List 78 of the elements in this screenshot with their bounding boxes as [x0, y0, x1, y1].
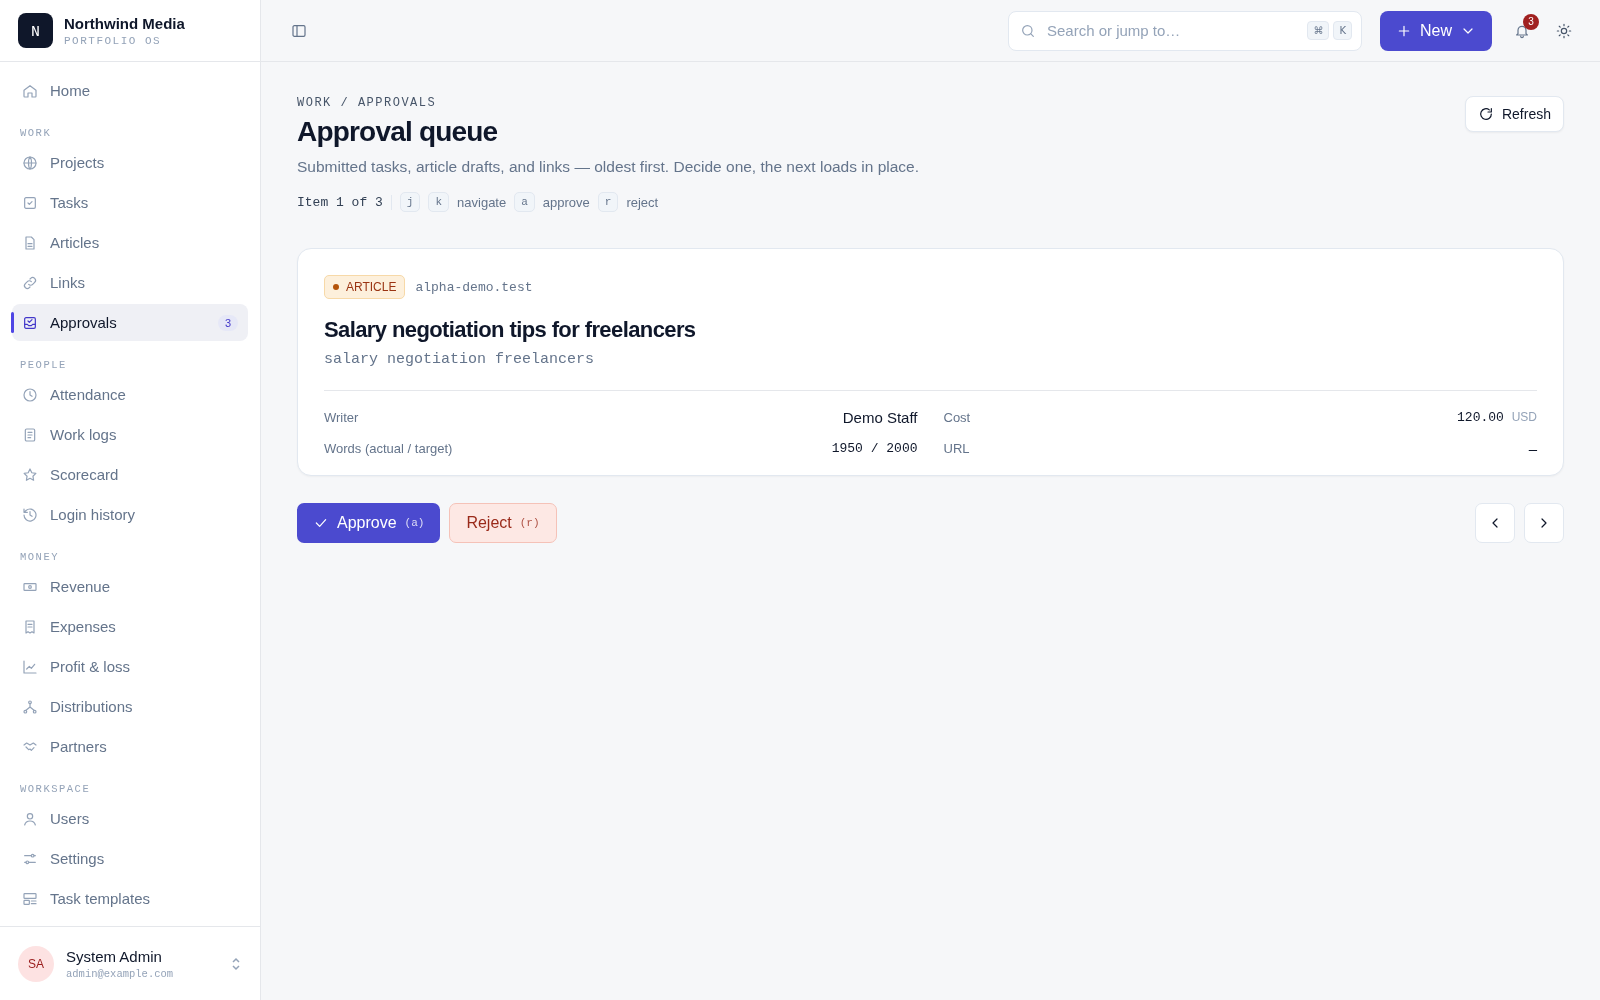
sidebar-item[interactable]: Projects: [12, 144, 248, 181]
user-name: System Admin: [66, 947, 163, 965]
notification-badge: 3: [1523, 13, 1539, 30]
user-email: admin@example.com: [66, 967, 174, 980]
user-avatar: SA: [18, 945, 54, 982]
breadcrumb: WORK / APPROVALS: [297, 96, 438, 110]
keyboard-key: r: [597, 192, 619, 212]
globe-icon: [22, 154, 38, 171]
sidebar-item[interactable]: Scorecard: [12, 456, 248, 493]
link-icon: [22, 274, 38, 291]
inbox-check-icon: [22, 314, 38, 331]
section-heading: WORKSPACE: [19, 782, 92, 797]
history-icon: [22, 506, 38, 523]
brand-logo: N: [18, 13, 53, 48]
sidebar-item[interactable]: Expenses: [12, 608, 248, 645]
chart-line-icon: [22, 658, 38, 675]
sidebar-item[interactable]: Revenue: [12, 568, 248, 605]
refresh-icon: [1477, 106, 1494, 122]
new-button[interactable]: New: [1380, 10, 1492, 51]
sidebar-item[interactable]: Profit & loss: [12, 648, 248, 685]
home-icon: [22, 82, 38, 99]
sun-icon[interactable]: [1556, 22, 1572, 39]
page-title: Approval queue: [297, 116, 498, 148]
field-value: 1950 / 2000: [831, 441, 918, 456]
section-heading: PEOPLE: [19, 358, 68, 373]
checkbox-icon: [22, 194, 38, 211]
field-value: –: [1528, 440, 1537, 457]
sidebar-item[interactable]: Settings: [12, 840, 248, 877]
count-badge: 3: [217, 314, 238, 331]
approve-button[interactable]: Approve (a): [297, 503, 441, 543]
sidebar-item[interactable]: Tasks: [12, 184, 248, 221]
sidebar-item[interactable]: Links: [12, 264, 248, 301]
network-icon: [22, 698, 38, 715]
refresh-button[interactable]: Refresh: [1464, 96, 1564, 132]
page-description: Submitted tasks, article drafts, and links — oldest first. Decide one, the next loads in place.: [297, 158, 921, 176]
user-icon: [22, 810, 38, 827]
queue-position: Item 1 of 3: [297, 194, 392, 210]
sidebar-item[interactable]: Login history: [12, 496, 248, 533]
section-heading: WORK: [19, 126, 53, 141]
shortcut-label: navigate: [457, 194, 507, 210]
field-label: Words (actual / target): [324, 441, 453, 456]
sidebar-item[interactable]: Partners: [12, 728, 248, 765]
receipt-icon: [22, 618, 38, 635]
field-label: URL: [943, 441, 970, 456]
item-keywords: salary negotiation freelancers: [324, 351, 1537, 391]
chevron-up-down-icon[interactable]: [230, 956, 242, 971]
type-tag: ARTICLE: [324, 275, 406, 299]
site-domain: alpha-demo.test: [415, 279, 533, 295]
brand-name: Northwind Media: [64, 14, 185, 32]
sidebar-item[interactable]: Distributions: [12, 688, 248, 725]
sidebar-item[interactable]: Work logs: [12, 416, 248, 453]
star-icon: [22, 466, 38, 483]
keyboard-key: a: [514, 192, 535, 212]
clock-icon: [22, 386, 38, 403]
sidebar-item[interactable]: Approvals 3: [12, 304, 248, 341]
shortcut-label: approve: [542, 194, 590, 210]
sidebar-item[interactable]: Articles: [12, 224, 248, 261]
keyboard-key: K: [1333, 20, 1352, 40]
sidebar-item[interactable]: Task templates: [12, 880, 248, 917]
sidebar-item[interactable]: Users: [12, 800, 248, 837]
sidebar-item[interactable]: Attendance: [12, 376, 248, 413]
list-icon: [22, 426, 38, 443]
item-title: Salary negotiation tips for freelancers: [324, 317, 697, 343]
field-value: Demo Staff: [842, 409, 918, 426]
field-label: Cost: [943, 410, 971, 425]
search-icon: [1020, 22, 1036, 39]
shortcut-label: reject: [626, 194, 659, 210]
field-label: Writer: [324, 410, 359, 425]
field-value: 120.00 USD: [1457, 410, 1537, 425]
keyboard-key: j: [399, 192, 421, 212]
template-icon: [22, 890, 38, 907]
brand-subtitle: PORTFOLIO OS: [64, 34, 163, 47]
section-heading: MONEY: [19, 550, 60, 565]
reject-button[interactable]: Reject (r): [449, 503, 557, 543]
document-icon: [22, 234, 38, 251]
sidebar-toggle-icon[interactable]: [291, 22, 307, 39]
keyboard-key: k: [428, 192, 450, 212]
sidebar-item[interactable]: Home: [12, 72, 248, 109]
